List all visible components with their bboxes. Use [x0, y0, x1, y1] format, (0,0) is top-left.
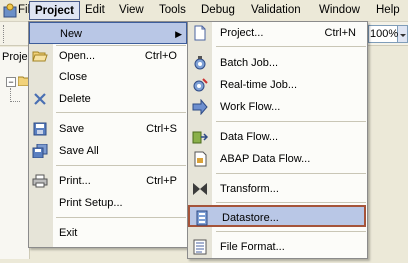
- work-flow-icon: [192, 98, 208, 116]
- menu-item-label: New: [60, 28, 83, 40]
- submenu-item-work-flow[interactable]: Work Flow...: [188, 96, 366, 118]
- submenu-item-project[interactable]: Project... Ctrl+N: [188, 22, 366, 44]
- menu-separator: [56, 165, 186, 166]
- delete-x-icon: [32, 92, 48, 106]
- submenu-item-label: Transform...: [220, 183, 279, 195]
- menu-debug[interactable]: Debug: [196, 1, 240, 20]
- menu-item-close[interactable]: Close: [29, 66, 187, 88]
- submenu-item-label: Project...: [220, 27, 264, 39]
- printer-icon: [32, 174, 48, 188]
- menu-separator: [216, 202, 366, 203]
- zoom-combobox[interactable]: 100%: [368, 25, 398, 43]
- submenu-arrow-icon: ▶: [175, 29, 182, 39]
- submenu-item-label: Batch Job...: [220, 57, 279, 69]
- menu-item-label: Exit: [59, 227, 78, 239]
- menu-item-label: Save All: [59, 145, 99, 157]
- menu-item-label: Save: [59, 123, 85, 135]
- menu-help[interactable]: Help: [371, 1, 405, 20]
- submenu-item-file-format[interactable]: File Format...: [188, 236, 366, 258]
- tree-expand-icon[interactable]: −: [6, 77, 16, 87]
- submenu-item-label: File Format...: [220, 241, 285, 253]
- transform-icon: [192, 181, 208, 197]
- toolbar-grip: [3, 25, 6, 43]
- abap-data-flow-icon: [192, 151, 208, 167]
- submenu-item-label: Work Flow...: [220, 101, 281, 113]
- project-area-title: Proje: [2, 51, 28, 63]
- submenu-item-datastore[interactable]: Datastore...: [188, 205, 366, 227]
- submenu-item-realtime-job[interactable]: Real-time Job...: [188, 74, 366, 96]
- submenu-item-abap-data-flow[interactable]: ABAP Data Flow...: [188, 148, 366, 170]
- menu-item-print-setup[interactable]: Print Setup...: [29, 192, 187, 214]
- menu-item-shortcut: Ctrl+O: [144, 50, 177, 62]
- menu-separator: [56, 217, 186, 218]
- save-all-icon: [32, 143, 48, 159]
- submenu-item-shortcut: Ctrl+N: [324, 27, 356, 39]
- open-folder-icon: [32, 49, 48, 63]
- submenu-item-batch-job[interactable]: Batch Job...: [188, 52, 366, 74]
- menu-item-label: Open...: [59, 50, 96, 62]
- submenu-item-label: ABAP Data Flow...: [220, 153, 311, 165]
- menu-item-exit[interactable]: Exit: [29, 222, 187, 244]
- menu-item-label: Print...: [59, 175, 91, 187]
- menu-separator: [216, 121, 366, 122]
- menu-separator: [216, 231, 366, 232]
- menu-item-save[interactable]: Save Ctrl+S: [29, 118, 187, 140]
- menu-separator: [216, 46, 366, 47]
- project-icon: [192, 25, 208, 41]
- file-format-icon: [192, 239, 208, 255]
- menu-item-new[interactable]: New ▶: [29, 22, 187, 44]
- submenu-item-transform[interactable]: Transform...: [188, 178, 366, 200]
- menu-edit[interactable]: Edit: [80, 1, 110, 20]
- datastore-icon: [194, 210, 210, 226]
- menu-item-label: Close: [59, 71, 88, 83]
- save-disk-icon: [32, 122, 48, 136]
- tree-line: [10, 101, 20, 102]
- submenu-item-data-flow[interactable]: Data Flow...: [188, 126, 366, 148]
- data-flow-icon: [192, 129, 209, 145]
- menu-view[interactable]: View: [114, 1, 149, 20]
- menu-item-shortcut: Ctrl+S: [146, 123, 177, 135]
- menu-item-delete[interactable]: Delete: [29, 88, 187, 110]
- menu-tools[interactable]: Tools: [154, 1, 191, 20]
- submenu-item-label: Real-time Job...: [220, 79, 298, 91]
- menu-separator: [56, 112, 186, 113]
- menu-item-print[interactable]: Print... Ctrl+P: [29, 170, 187, 192]
- submenu-item-label: Data Flow...: [220, 131, 279, 143]
- submenu-item-label: Datastore...: [222, 212, 279, 224]
- zoom-dropdown-button[interactable]: [398, 25, 408, 43]
- menu-separator: [216, 173, 366, 174]
- chevron-down-icon: [400, 34, 406, 37]
- menu-item-shortcut: Ctrl+P: [146, 175, 177, 187]
- menu-item-open[interactable]: Open... Ctrl+O: [29, 45, 187, 67]
- realtime-job-icon: [192, 77, 208, 93]
- menu-item-label: Delete: [59, 93, 91, 105]
- tree-line: [10, 88, 11, 102]
- batch-job-icon: [192, 55, 208, 71]
- menu-item-save-all[interactable]: Save All: [29, 140, 187, 162]
- menu-validation[interactable]: Validation: [246, 1, 306, 20]
- menu-project[interactable]: Project: [29, 1, 80, 20]
- menu-window[interactable]: Window: [314, 1, 365, 20]
- menu-item-label: Print Setup...: [59, 197, 123, 209]
